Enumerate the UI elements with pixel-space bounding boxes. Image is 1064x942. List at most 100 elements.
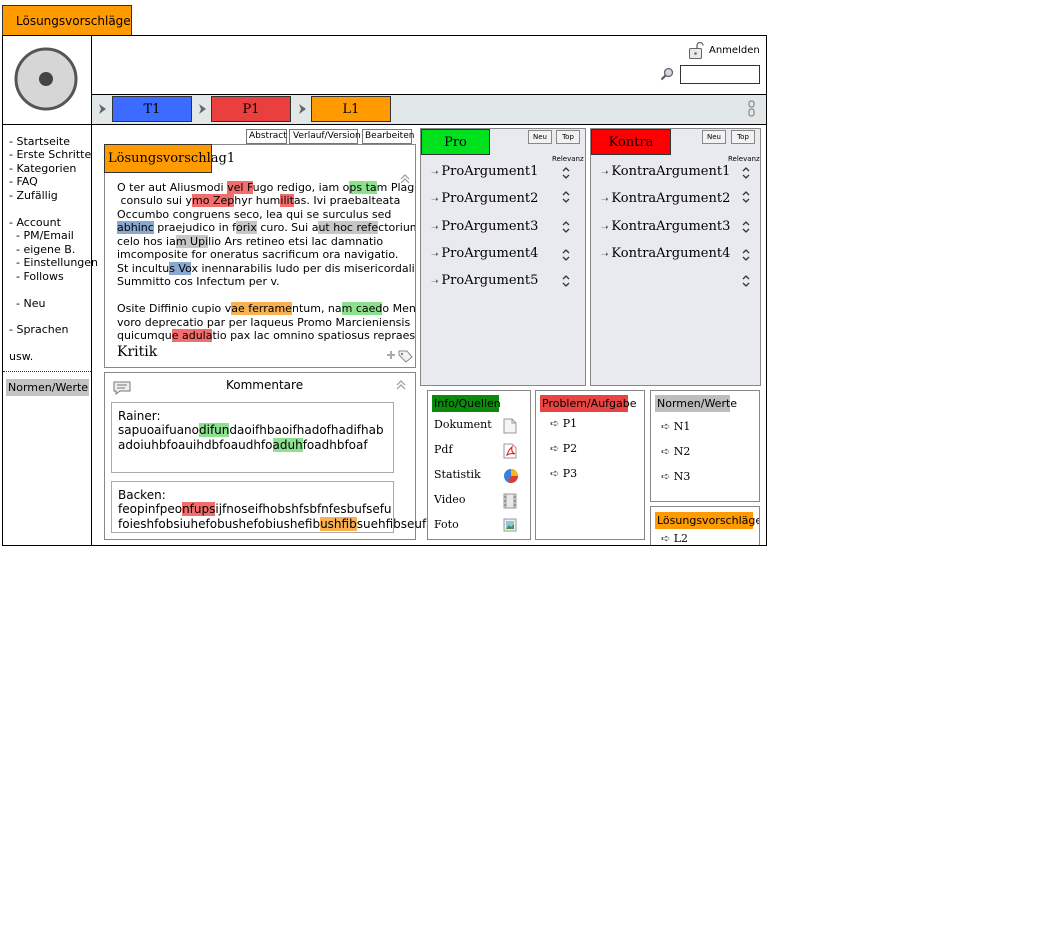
sidebar-item-pm-email[interactable]: - PM/Email xyxy=(9,229,74,242)
kontra-new-button[interactable]: Neu xyxy=(702,130,726,144)
article-tag-label: Lösungsvorschlag xyxy=(108,151,227,166)
sidebar-item-sprachen[interactable]: - Sprachen xyxy=(9,323,68,336)
info-item-label[interactable]: Dokument xyxy=(434,418,492,431)
pdf-icon[interactable] xyxy=(503,443,517,459)
sidebar-item-faq[interactable]: - FAQ xyxy=(9,175,38,188)
button-label: Neu xyxy=(707,133,721,141)
sidebar-divider xyxy=(3,371,91,372)
kritik-label[interactable]: Kritik xyxy=(117,344,157,360)
pro-new-button[interactable]: Neu xyxy=(528,130,552,144)
info-item-label[interactable]: Foto xyxy=(434,518,459,531)
info-item-label[interactable]: Statistik xyxy=(434,468,481,481)
chevron-right-icon xyxy=(299,104,306,114)
argument-label: KontraArgument1 xyxy=(611,164,731,179)
logo[interactable] xyxy=(13,46,79,112)
login-link[interactable]: Anmelden xyxy=(688,42,763,60)
pro-argument[interactable]: ➝ ProArgument2 xyxy=(431,191,538,207)
sidebar-item-zufaellig[interactable]: - Zufällig xyxy=(9,189,58,202)
article-title: Lösungsvorschlag1 xyxy=(108,151,235,166)
sidebar-item-account[interactable]: - Account xyxy=(9,216,61,229)
photo-icon[interactable] xyxy=(503,518,517,532)
kontra-argument[interactable]: ➝ KontraArgument1 xyxy=(601,164,730,180)
sort-icon[interactable] xyxy=(742,275,750,287)
solutions-panel: Lösungsvorschläge ➪ L2 xyxy=(650,506,760,545)
sort-icon[interactable] xyxy=(742,249,750,261)
kontra-argument[interactable]: ➝ KontraArgument3 xyxy=(601,219,730,235)
history-button[interactable]: Verlauf/Version xyxy=(289,129,361,144)
article-text-line: voro deprecatio par per laqueus Promo Ma… xyxy=(117,316,411,329)
norms-title-badge: Normen/Werte xyxy=(655,395,737,412)
pro-list: ➝ ProArgument1 ➝ ProArgument2 ➝ ProArgum… xyxy=(421,160,585,300)
article-text-line: consulo sui ymo Zephyr humilitas. Ivi pr… xyxy=(117,194,401,207)
problem-item-label: P2 xyxy=(562,442,578,455)
comments-title: Kommentare xyxy=(226,378,304,392)
sidebar-item-kategorien[interactable]: - Kategorien xyxy=(9,162,76,175)
chevron-right-icon xyxy=(99,104,106,114)
problem-panel: Problem/Aufgabe ➪ P1 ➪ P2 ➪ P3 xyxy=(535,390,645,540)
search-input[interactable] xyxy=(680,65,760,84)
sidebar-item-startseite[interactable]: - Startseite xyxy=(9,135,70,148)
collapse-icon[interactable] xyxy=(396,380,406,390)
sort-icon[interactable] xyxy=(742,167,750,179)
search-icon[interactable] xyxy=(660,67,674,81)
sidebar-item-eigene-b[interactable]: - eigene B. xyxy=(9,243,75,256)
breadcrumb-item-p1[interactable]: P1 xyxy=(211,96,291,122)
abstract-button[interactable]: Abstract xyxy=(246,129,287,144)
sort-icon[interactable] xyxy=(562,221,570,233)
kontra-argument[interactable]: ➝ KontraArgument2 xyxy=(601,191,730,207)
scroll-handle-icon[interactable] xyxy=(748,100,756,117)
norm-item[interactable]: ➪ N2 xyxy=(661,445,690,458)
pro-argument[interactable]: ➝ ProArgument4 xyxy=(431,246,538,262)
sidebar-item-einstellungen[interactable]: - Einstellungen xyxy=(9,256,98,269)
comment-item: Backen: feopinfpeonfupsijfnoseifhobshfsb… xyxy=(111,481,426,533)
article-text-line: Summitto cos Infectum per v. xyxy=(117,275,280,288)
argument-label: KontraArgument4 xyxy=(611,246,731,261)
solution-item[interactable]: ➪ L2 xyxy=(661,532,688,545)
breadcrumb-divider xyxy=(91,124,767,125)
abstract-label: Abstract xyxy=(249,131,287,141)
edit-button[interactable]: Bearbeiten xyxy=(362,129,414,144)
sort-icon[interactable] xyxy=(742,191,750,203)
pro-tab[interactable]: Pro xyxy=(421,129,490,155)
sort-icon[interactable] xyxy=(742,221,750,233)
problem-item[interactable]: ➪ P2 xyxy=(550,442,577,455)
login-label: Anmelden xyxy=(709,45,760,56)
video-icon[interactable] xyxy=(503,493,517,509)
sidebar-item-usw[interactable]: usw. xyxy=(9,350,33,363)
info-item-label[interactable]: Pdf xyxy=(434,443,453,456)
document-icon[interactable] xyxy=(503,418,517,434)
sort-icon[interactable] xyxy=(562,249,570,261)
sidebar-item-erste-schritte[interactable]: - Erste Schritte xyxy=(9,148,91,161)
sidebar-item-neu[interactable]: - Neu xyxy=(9,297,45,310)
article-text-line: imcomposite for oneratus sacrificum ora … xyxy=(117,248,399,261)
norm-item[interactable]: ➪ N1 xyxy=(661,420,690,433)
kontra-title: Kontra xyxy=(608,135,654,150)
sidebar-item-follows[interactable]: - Follows xyxy=(9,270,64,283)
pro-argument[interactable]: ➝ ProArgument5 xyxy=(431,273,538,289)
pro-top-button[interactable]: Top xyxy=(556,130,580,144)
kontra-argument[interactable]: ➝ KontraArgument4 xyxy=(601,246,730,262)
kontra-top-button[interactable]: Top xyxy=(731,130,755,144)
sort-icon[interactable] xyxy=(562,275,570,287)
pro-argument[interactable]: ➝ ProArgument1 xyxy=(431,164,538,180)
problem-item-label: P3 xyxy=(562,467,578,480)
norm-item[interactable]: ➪ N3 xyxy=(661,470,690,483)
problem-item-label: P1 xyxy=(562,417,578,430)
problem-item[interactable]: ➪ P3 xyxy=(550,467,577,480)
info-item-label[interactable]: Video xyxy=(434,493,465,506)
breadcrumb xyxy=(92,95,766,124)
problem-item[interactable]: ➪ P1 xyxy=(550,417,577,430)
sidebar-item-normen-werte[interactable]: Normen/Werte xyxy=(6,379,89,396)
tab-loesungsvorschlaege[interactable]: Lösungsvorschläge xyxy=(2,5,132,36)
argument-label: ProArgument4 xyxy=(441,246,539,261)
breadcrumb-item-t1[interactable]: T1 xyxy=(112,96,192,122)
add-tag-icon[interactable] xyxy=(385,349,413,363)
pro-argument[interactable]: ➝ ProArgument3 xyxy=(431,219,538,235)
sort-icon[interactable] xyxy=(562,167,570,179)
info-title: Info/Quellen xyxy=(434,397,501,410)
kontra-tab[interactable]: Kontra xyxy=(591,129,671,155)
sort-icon[interactable] xyxy=(562,191,570,203)
breadcrumb-item-l1[interactable]: L1 xyxy=(311,96,391,122)
breadcrumb-label: P1 xyxy=(242,102,260,117)
pie-chart-icon[interactable] xyxy=(503,468,519,484)
